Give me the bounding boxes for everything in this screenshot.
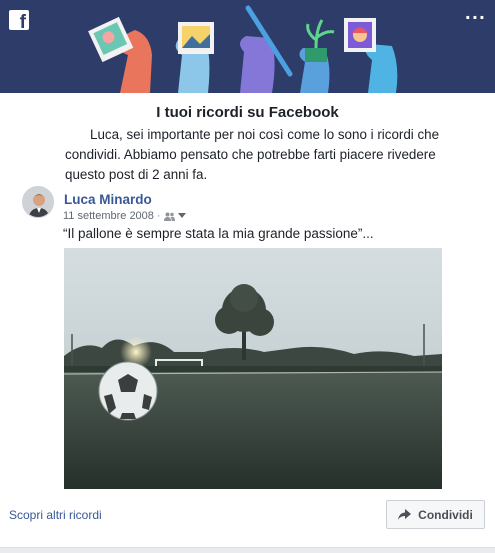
share-arrow-icon — [398, 509, 412, 520]
post-author[interactable]: Luca Minardo — [64, 192, 152, 207]
facebook-logo-icon[interactable]: f — [9, 10, 29, 32]
share-button[interactable]: Condividi — [386, 500, 485, 529]
post-meta: 11 settembre 2008 · — [63, 210, 186, 222]
avatar[interactable] — [22, 186, 54, 218]
memories-banner: f ··· — [0, 0, 495, 93]
audience-dropdown-icon[interactable] — [177, 213, 186, 219]
memories-title: I tuoi ricordi su Facebook — [156, 104, 339, 121]
friends-icon — [163, 212, 175, 221]
more-memories-link[interactable]: Scopri altri ricordi — [9, 508, 102, 522]
post-photo[interactable] — [64, 248, 442, 489]
football-field-image — [64, 248, 442, 489]
memories-card: f ··· I tuoi ricordi su Facebook Luca, s… — [0, 0, 495, 548]
greeting-name: Luca — [90, 127, 120, 142]
share-button-label: Condividi — [418, 507, 473, 522]
more-options-icon[interactable]: ··· — [465, 8, 486, 27]
description-text: , sei importante per noi così come lo so… — [65, 127, 440, 182]
avatar-image — [23, 187, 53, 217]
hands-illustration — [88, 5, 398, 93]
post-date[interactable]: 11 settembre 2008 — [63, 210, 154, 222]
post-text: “Il pallone è sempre stata la mia grande… — [63, 226, 374, 241]
memories-description: Luca, sei importante per noi così come l… — [65, 125, 455, 185]
meta-separator: · — [156, 210, 161, 222]
